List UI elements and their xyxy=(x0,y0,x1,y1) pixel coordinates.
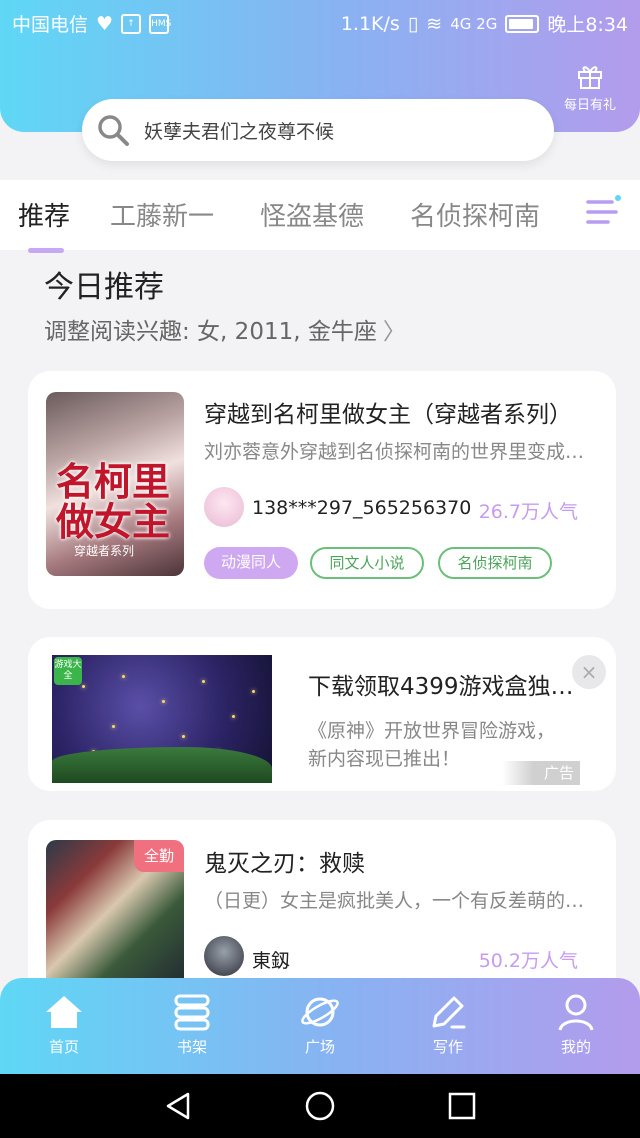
ad-card[interactable]: 游戏大全 下载领取4399游戏盒独家礼包 《原神》开放世界冒险游戏，新内容现已推… xyxy=(28,637,616,791)
book-title: 鬼灭之刃：救赎 xyxy=(204,851,365,877)
game-box-logo: 游戏大全 xyxy=(54,657,82,685)
cover-title: 名柯里做女主 xyxy=(56,460,171,544)
recents-icon[interactable] xyxy=(446,1090,478,1122)
nav-label: 写作 xyxy=(432,1038,463,1056)
vibrate-icon: ▯ xyxy=(407,12,419,35)
reading-interest-link[interactable]: 调整阅读兴趣: 女, 2011, 金牛座〉 xyxy=(44,312,406,346)
home-icon xyxy=(46,996,82,1028)
battery-icon xyxy=(505,14,540,33)
bottom-navigation: 首页 书架 广场 写作 我的 xyxy=(0,978,640,1074)
planet-icon xyxy=(301,997,339,1027)
wifi-icon: ≋ xyxy=(426,12,443,35)
search-input[interactable]: 妖孽夫君们之夜尊不候 xyxy=(144,117,334,144)
nav-label: 广场 xyxy=(304,1038,335,1056)
clock: 晚上8:34 xyxy=(547,14,628,36)
nav-write[interactable]: 写作 xyxy=(408,992,488,1057)
tag-anime-fanfic[interactable]: 动漫同人 xyxy=(204,547,298,579)
author-name: 東釼 xyxy=(252,950,291,972)
section-title: 今日推荐 xyxy=(44,270,164,305)
gift-label: 每日有礼 xyxy=(563,98,616,113)
nav-label: 首页 xyxy=(48,1038,79,1056)
tab-recommend[interactable]: 推荐 xyxy=(18,196,70,233)
cover-subtitle: 穿越者系列 xyxy=(74,544,135,558)
ad-title: 下载领取4399游戏盒独家礼包 xyxy=(308,674,578,700)
book-card[interactable]: 名柯里做女主 穿越者系列 穿越到名柯里做女主（穿越者系列） 刘亦蓉意外穿越到名侦… xyxy=(28,371,616,609)
hms-icon: HMS xyxy=(149,13,171,34)
tag-fan-novel[interactable]: 同文人小说 xyxy=(310,547,424,579)
heart-icon: ♥ xyxy=(96,12,114,35)
tab-kudo-shinichi[interactable]: 工藤新一 xyxy=(110,196,214,233)
author-name: 138***297_565256370 xyxy=(252,497,472,519)
signal-icon: 4G 2G xyxy=(450,14,498,33)
tab-kaito-kid[interactable]: 怪盗基德 xyxy=(260,196,364,233)
network-speed: 1.1K/s xyxy=(340,12,400,35)
upload-icon: ↑ xyxy=(121,13,142,34)
popularity-count: 50.2万人气 xyxy=(478,950,578,972)
user-icon xyxy=(558,994,594,1031)
avatar xyxy=(204,936,244,976)
daily-gift-button[interactable]: 每日有礼 xyxy=(556,62,624,113)
reading-interest-text: 调整阅读兴趣: 女, 2011, 金牛座 xyxy=(44,319,377,345)
book-title: 穿越到名柯里做女主（穿越者系列） xyxy=(204,402,572,428)
category-tabs: 推荐 工藤新一 怪盗基德 名侦探柯南 xyxy=(0,180,640,250)
pencil-icon xyxy=(432,996,466,1029)
nav-plaza[interactable]: 广场 xyxy=(280,992,360,1057)
tag-detective-conan[interactable]: 名侦探柯南 xyxy=(438,547,552,579)
ad-image: 游戏大全 xyxy=(52,655,272,783)
system-navigation-bar xyxy=(0,1074,640,1138)
back-icon[interactable] xyxy=(162,1090,194,1122)
close-icon[interactable]: × xyxy=(572,655,606,689)
nav-home[interactable]: 首页 xyxy=(24,992,104,1057)
nav-bookshelf[interactable]: 书架 xyxy=(152,992,232,1057)
ad-label: 广告 xyxy=(502,761,580,785)
book-cover: 全勤 xyxy=(46,840,184,1000)
book-description: 刘亦蓉意外穿越到名侦探柯南的世界里变成了… xyxy=(204,441,600,463)
chevron-right-icon: 〉 xyxy=(382,319,406,345)
book-description: （日更）女主是疯批美人，一个有反差萌的女孩子 xyxy=(204,890,600,912)
nav-profile[interactable]: 我的 xyxy=(536,992,616,1057)
carrier-label: 中国电信 xyxy=(12,14,89,36)
full-attendance-badge: 全勤 xyxy=(134,840,184,872)
bookshelf-icon xyxy=(174,994,210,1031)
nav-label: 书架 xyxy=(176,1038,207,1056)
book-cover: 名柯里做女主 穿越者系列 xyxy=(46,392,184,576)
avatar xyxy=(204,487,244,527)
gift-icon xyxy=(578,66,602,89)
search-bar[interactable]: 妖孽夫君们之夜尊不候 xyxy=(82,99,554,161)
book-card[interactable]: 全勤 鬼灭之刃：救赎 （日更）女主是疯批美人，一个有反差萌的女孩子 東釼 50.… xyxy=(28,820,616,1000)
search-icon xyxy=(98,115,129,146)
category-menu-icon[interactable] xyxy=(582,190,626,234)
popularity-count: 26.7万人气 xyxy=(478,501,578,523)
home-circle-icon[interactable] xyxy=(304,1090,336,1122)
nav-label: 我的 xyxy=(560,1038,591,1056)
status-bar: 中国电信 ♥ ↑ HMS 1.1K/s ▯ ≋ 4G 2G 晚上8:34 xyxy=(0,0,640,44)
tab-detective-conan[interactable]: 名侦探柯南 xyxy=(410,196,540,233)
active-tab-indicator xyxy=(28,248,64,253)
